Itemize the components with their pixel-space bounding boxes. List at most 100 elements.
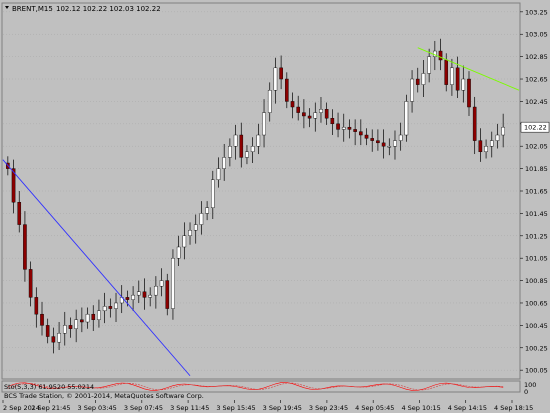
candle-body xyxy=(142,291,147,298)
time-tick-label: 4 Sep 10:15 xyxy=(401,404,440,412)
candle-body xyxy=(307,115,312,119)
time-tick-label: 4 Sep 05:45 xyxy=(355,404,394,412)
current-price: 102.22 xyxy=(524,124,547,132)
candle-body xyxy=(444,59,449,85)
price-tick-label: 100.05 xyxy=(525,367,548,375)
candle-body xyxy=(302,112,306,117)
chart-background xyxy=(0,0,550,413)
price-tick-label: 102.65 xyxy=(525,76,548,84)
price-tick-label: 101.05 xyxy=(525,255,548,263)
candle-body xyxy=(256,134,261,147)
candle-body xyxy=(108,306,113,309)
candle-body xyxy=(296,106,300,113)
price-tick-label: 100.65 xyxy=(525,299,548,307)
candle-body xyxy=(85,313,90,323)
candle-body xyxy=(489,140,494,147)
candle-body xyxy=(472,106,477,141)
candle-body xyxy=(347,126,352,130)
time-tick-label: 4 Sep 14:15 xyxy=(448,404,487,412)
price-tick-label: 101.65 xyxy=(525,188,548,196)
symbol-header: BRENT,M15 102.12 102.22 102.03 102.22 xyxy=(5,5,161,13)
candle-body xyxy=(154,285,158,296)
candle-body xyxy=(136,291,141,296)
indicator-label: Sto(5,3,3) 61.9520 55.0214 xyxy=(4,383,94,391)
candle-body xyxy=(45,325,50,337)
candle-body xyxy=(398,134,403,141)
candle-body xyxy=(68,325,73,329)
price-tick-label: 101.85 xyxy=(525,165,548,173)
candle-body xyxy=(239,134,244,158)
candle-body xyxy=(91,313,96,320)
candle-body xyxy=(28,269,33,298)
candle-body xyxy=(176,246,181,259)
candle-body xyxy=(438,50,443,61)
candle-body xyxy=(364,134,369,139)
candle-body xyxy=(57,333,61,343)
candle-body xyxy=(410,78,414,102)
candle-body xyxy=(285,78,289,102)
candle-body xyxy=(450,67,454,85)
candle-body xyxy=(199,213,204,225)
candle-body xyxy=(159,280,164,287)
candle-body xyxy=(171,257,175,309)
time-tick-label: 3 Sep 07:45 xyxy=(124,404,163,412)
candle-body xyxy=(330,118,335,125)
price-tick-label: 100.85 xyxy=(525,277,548,285)
candle-body xyxy=(421,73,426,85)
candle-body xyxy=(40,313,44,326)
candle-body xyxy=(211,179,215,208)
time-tick-label: 4 Sep 18:15 xyxy=(494,404,533,412)
time-tick-label: 3 Sep 03:45 xyxy=(78,404,117,412)
candle-body xyxy=(336,123,340,130)
candle-body xyxy=(290,101,295,108)
candle-body xyxy=(273,67,278,91)
candle-body xyxy=(279,67,283,80)
candle-body xyxy=(353,129,357,132)
candle-body xyxy=(148,294,152,298)
candle-body xyxy=(387,146,392,148)
copyright-footer: BCS Trade Station, © 2001-2014, MetaQuot… xyxy=(4,392,204,400)
candle-body xyxy=(80,319,84,323)
price-tick-label: 102.85 xyxy=(525,53,548,61)
candle-body xyxy=(455,67,460,91)
candle-body xyxy=(324,109,329,119)
candle-body xyxy=(313,112,318,119)
symbol-label: BRENT,M15 xyxy=(12,5,53,13)
candle-body xyxy=(376,140,380,144)
current-price-tag: 102.22 xyxy=(520,121,550,133)
candle-body xyxy=(74,319,78,329)
candle-body xyxy=(381,142,386,147)
price-tick-label: 100.25 xyxy=(525,344,548,352)
time-tick-label: 2 Sep 21:45 xyxy=(31,404,70,412)
price-tick-label: 100.45 xyxy=(525,322,548,330)
candle-body xyxy=(404,101,409,136)
candle-body xyxy=(370,138,375,141)
price-tick-label: 103.25 xyxy=(525,8,548,16)
ohlc-readout: 102.12 102.22 102.03 102.22 xyxy=(56,5,161,13)
candle-body xyxy=(193,224,198,231)
candle-body xyxy=(216,168,221,181)
candle-body xyxy=(341,126,346,130)
candle-body xyxy=(165,280,170,309)
trading-chart[interactable]: 103.25103.05102.85102.65102.45102.25102.… xyxy=(0,0,550,413)
candle-body xyxy=(102,306,107,312)
candle-body xyxy=(62,325,67,334)
candle-body xyxy=(131,294,135,300)
candle-body xyxy=(461,78,466,91)
candle-body xyxy=(495,134,500,141)
candle-body xyxy=(319,109,323,113)
candle-body xyxy=(484,146,488,153)
price-tick-label: 102.45 xyxy=(525,98,548,106)
time-tick-label: 3 Sep 23:45 xyxy=(309,404,348,412)
candle-body xyxy=(262,112,266,136)
candle-body xyxy=(34,297,39,315)
candle-body xyxy=(188,229,192,236)
candle-body xyxy=(182,235,187,248)
candle-body xyxy=(23,224,27,270)
time-tick-label: 3 Sep 15:45 xyxy=(216,404,255,412)
candle-body xyxy=(359,131,363,136)
candle-body xyxy=(501,126,505,136)
candle-body xyxy=(427,56,431,74)
price-tick-label: 103.05 xyxy=(525,31,548,39)
candle-body xyxy=(114,302,118,309)
